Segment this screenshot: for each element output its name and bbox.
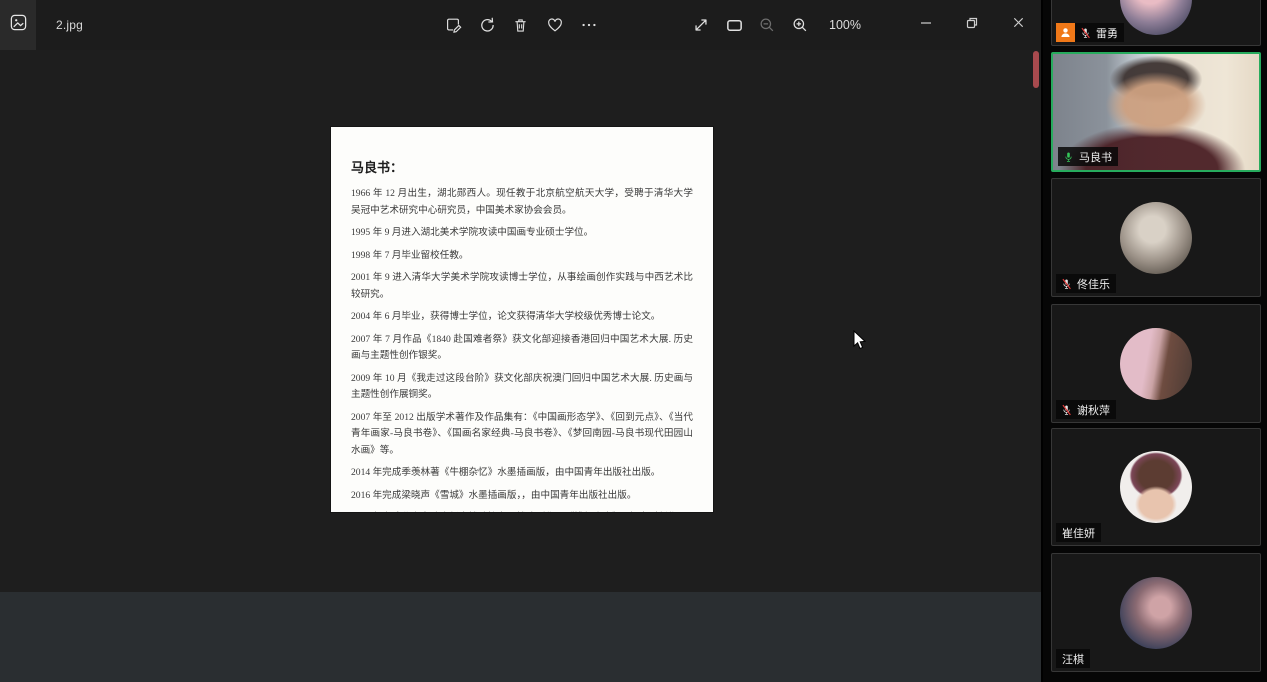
participant-name: 马良书 xyxy=(1079,149,1112,165)
participant-name: 佟佳乐 xyxy=(1077,276,1110,292)
zoom-out-button[interactable] xyxy=(757,15,777,35)
avatar xyxy=(1120,202,1192,274)
rotate-button[interactable] xyxy=(477,15,497,35)
resize-diagonal-icon xyxy=(692,16,710,34)
zoom-in-button[interactable] xyxy=(790,15,810,35)
document-paragraph: 2001 年 9 进入清华大学美术学院攻读博士学位，从事绘画创作实践与中西艺术比… xyxy=(351,270,693,303)
restore-icon xyxy=(965,16,979,35)
mic-muted-icon xyxy=(1060,277,1073,291)
document-paragraph: 2018 年完成北京市政府新大楼政协办公楼陈列作品《桃红人家》4 幅大型创作。 xyxy=(351,510,693,512)
zoom-level-label: 100% xyxy=(829,18,861,32)
avatar xyxy=(1120,451,1192,523)
participant-tile[interactable]: 谢秋萍 xyxy=(1051,304,1261,423)
meeting-screen: 2.jpg xyxy=(0,0,1267,682)
avatar xyxy=(1120,0,1192,35)
participant-name: 崔佳妍 xyxy=(1062,525,1095,541)
minimize-icon xyxy=(919,16,933,35)
edit-icon xyxy=(444,16,462,34)
document-paragraph: 2016 年完成梁晓声《雪城》水墨插画版，，由中国青年出版社出版。 xyxy=(351,488,693,505)
actual-size-button[interactable] xyxy=(691,15,711,35)
more-options-button[interactable] xyxy=(579,15,599,35)
viewer-toolbar xyxy=(443,0,599,50)
document-paragraph: 1998 年 7 月毕业留校任教。 xyxy=(351,248,693,265)
participant-name: 谢秋萍 xyxy=(1077,402,1110,418)
document-paragraph: 1966 年 12 月出生，湖北郧西人。现任教于北京航空航天大学，受聘于清华大学… xyxy=(351,186,693,219)
document-paragraph: 2007 年 7 月作品《1840 赴国难者祭》获文化部迎接香港回归中国艺术大展… xyxy=(351,332,693,365)
window-controls xyxy=(903,0,1041,50)
mouse-cursor xyxy=(853,330,868,356)
photo-viewer-window: 2.jpg xyxy=(0,0,1041,592)
photos-app-icon xyxy=(9,13,28,37)
participant-tile[interactable]: 雷勇 xyxy=(1051,0,1261,46)
close-icon xyxy=(1012,16,1025,34)
minimize-button[interactable] xyxy=(903,0,949,50)
see-all-photos-button[interactable] xyxy=(0,0,36,50)
document-paragraph: 1995 年 9 月进入湖北美术学院攻读中国画专业硕士学位。 xyxy=(351,225,693,242)
participant-name: 雷勇 xyxy=(1096,25,1118,41)
document-paragraph: 2009 年 10 月《我走过这段台阶》获文化部庆祝澳门回归中国艺术大展. 历史… xyxy=(351,371,693,404)
document-paragraph: 2004 年 6 月毕业，获得博士学位，论文获得清华大学校级优秀博士论文。 xyxy=(351,309,693,326)
delete-button[interactable] xyxy=(511,15,531,35)
mic-muted-icon xyxy=(1079,26,1092,40)
fit-to-window-button[interactable] xyxy=(724,15,744,35)
image-filename: 2.jpg xyxy=(56,18,83,32)
heart-icon xyxy=(546,16,564,34)
zoom-toolbar: 100% xyxy=(691,0,861,50)
participant-tile[interactable]: 崔佳妍 xyxy=(1051,428,1261,546)
viewer-titlebar: 2.jpg xyxy=(0,0,1041,50)
rotate-icon xyxy=(478,16,496,34)
avatar xyxy=(1120,577,1192,649)
edit-image-button[interactable] xyxy=(443,15,463,35)
document-title: 马良书： xyxy=(351,157,693,176)
fit-window-icon xyxy=(725,16,744,35)
close-button[interactable] xyxy=(995,0,1041,50)
participant-tile[interactable]: 佟佳乐 xyxy=(1051,178,1261,297)
desktop-background xyxy=(0,592,1041,682)
avatar xyxy=(1120,328,1192,400)
participant-name: 汪棋 xyxy=(1062,651,1084,667)
document-image: 马良书： 1966 年 12 月出生，湖北郧西人。现任教于北京航空航天大学，受聘… xyxy=(331,127,713,512)
restore-button[interactable] xyxy=(949,0,995,50)
mic-on-icon xyxy=(1062,150,1075,164)
zoom-in-icon xyxy=(791,16,809,34)
person-badge-icon xyxy=(1056,23,1075,42)
trash-icon xyxy=(512,17,529,34)
document-paragraph: 2014 年完成季羡林著《牛棚杂忆》水墨插画版，由中国青年出版社出版。 xyxy=(351,465,693,482)
mic-muted-icon xyxy=(1060,403,1073,417)
participant-tile[interactable]: 汪棋 xyxy=(1051,553,1261,672)
participants-panel: 雷勇 马良书 xyxy=(1043,0,1267,682)
favorite-button[interactable] xyxy=(545,15,565,35)
participant-tile-active-speaker[interactable]: 马良书 xyxy=(1051,52,1261,172)
viewer-scrollbar-thumb[interactable] xyxy=(1033,51,1039,88)
zoom-out-icon xyxy=(758,16,776,34)
ellipsis-icon xyxy=(580,16,598,34)
document-paragraph: 2007 年至 2012 出版学术著作及作品集有：《中国画形态学》、《回到元点》… xyxy=(351,410,693,460)
